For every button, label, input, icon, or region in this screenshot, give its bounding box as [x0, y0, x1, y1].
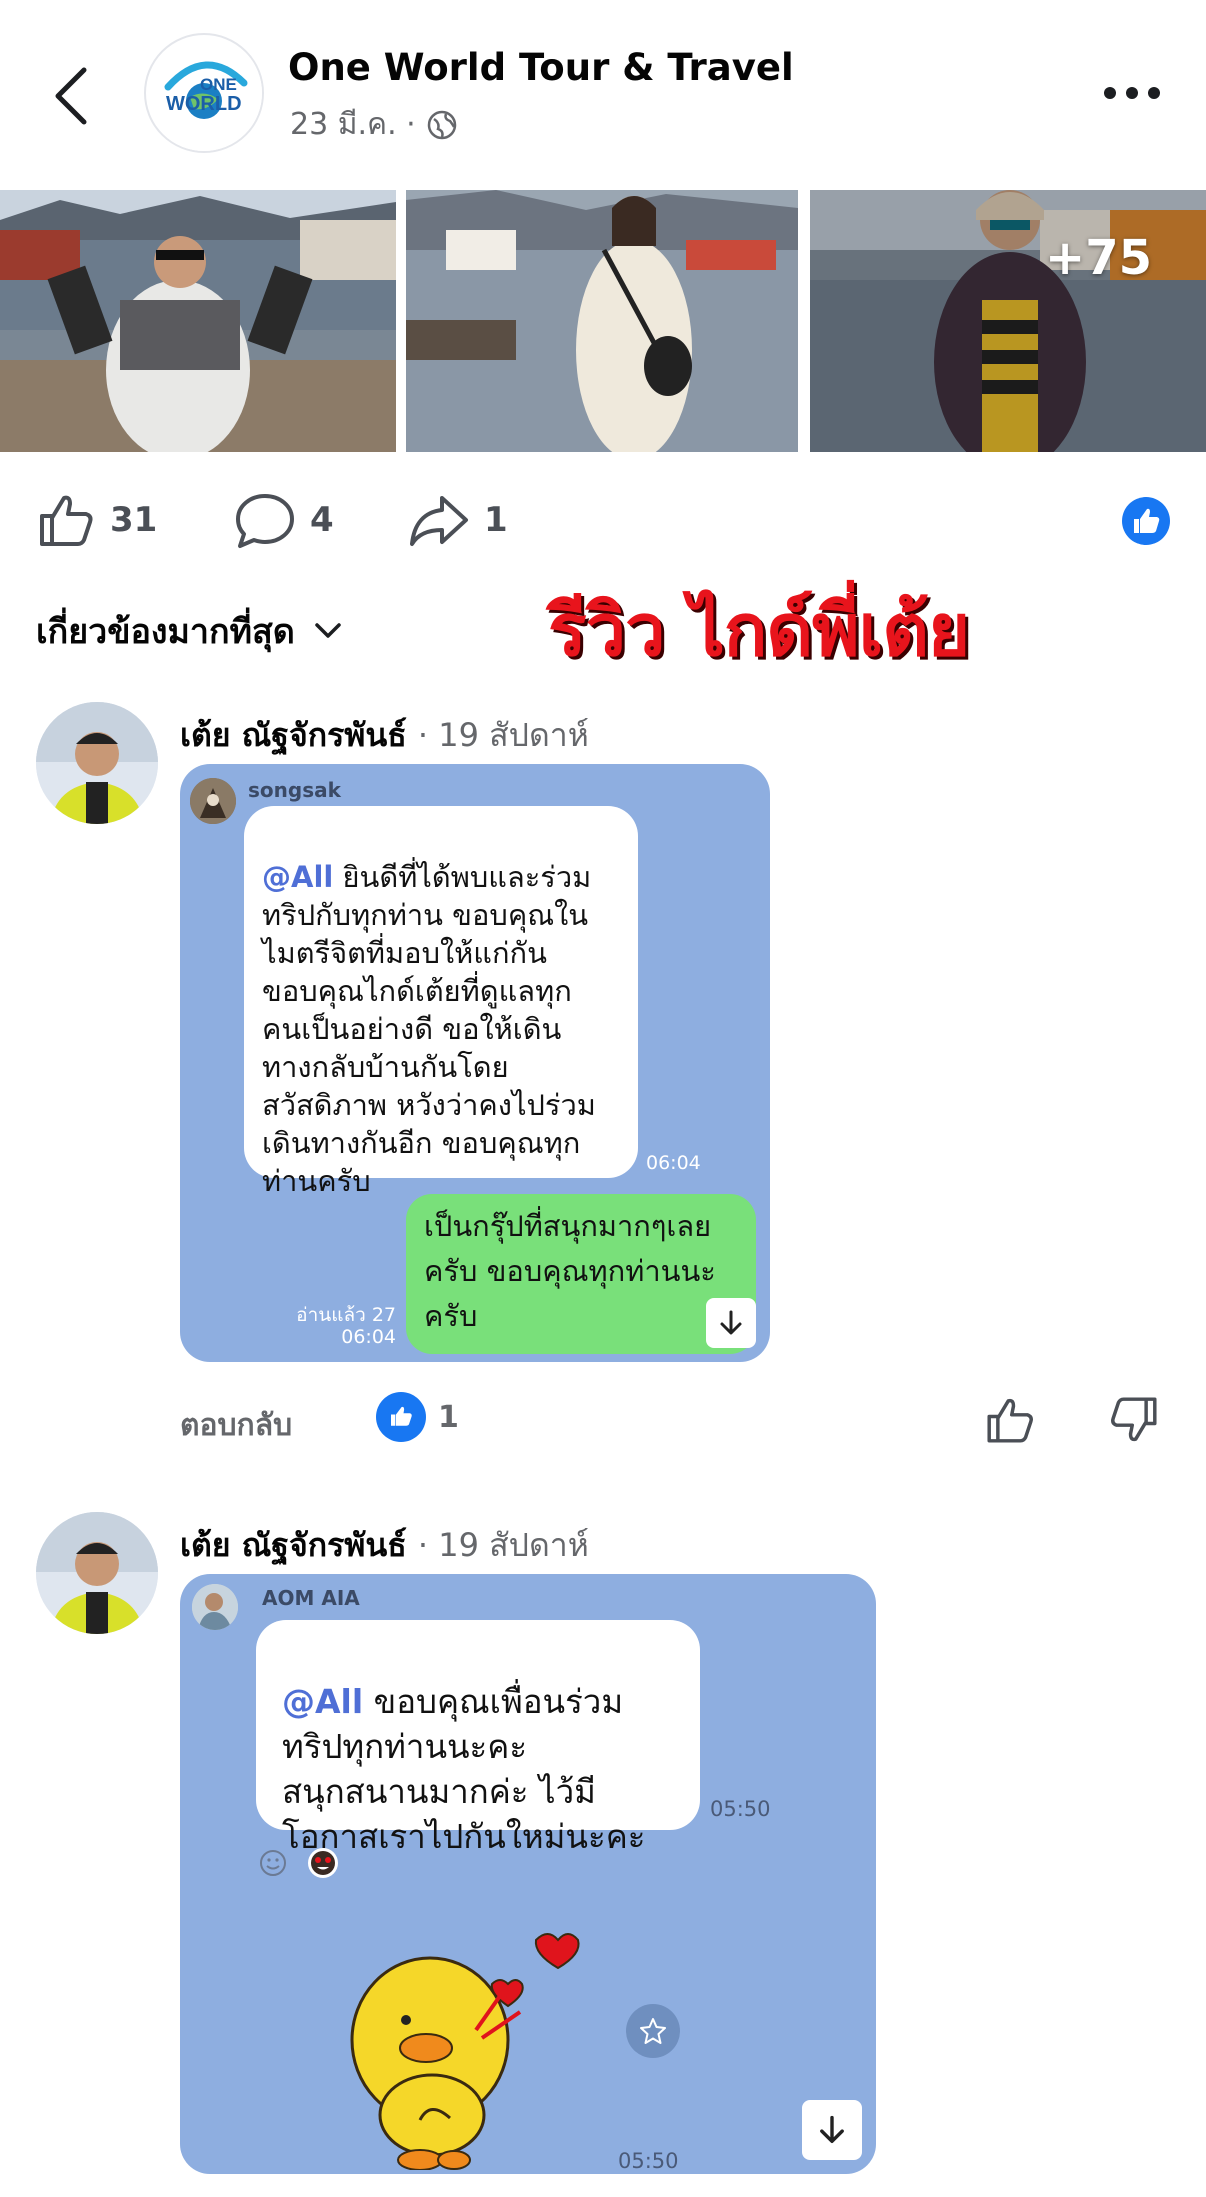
sender-avatar-2-image [192, 1584, 238, 1630]
more-options-button[interactable] [1100, 78, 1164, 108]
comment-author-1[interactable]: เต้ย ณัฐจักรพันธ์ [180, 716, 407, 754]
sender-avatar-2 [192, 1584, 238, 1630]
commenter-avatar-1[interactable] [36, 702, 158, 824]
comment-count: 4 [310, 500, 334, 540]
logo-text-top: ONE [200, 75, 237, 94]
like-count: 31 [110, 500, 158, 540]
more-photos-count[interactable]: +75 [1045, 230, 1152, 286]
chat-reply-bubble-1: เป็นกรุ๊ปที่สนุกมากๆเลย ครับ ขอบคุณทุกท่… [406, 1194, 756, 1354]
sender-avatar-1 [190, 778, 236, 824]
thumbs-up-icon [40, 495, 93, 546]
comment-author-line-1: เต้ย ณัฐจักรพันธ์ · 19 สัปดาห์ [180, 710, 589, 761]
thumbs-down-icon [1111, 1397, 1157, 1442]
review-overlay-title: รีวิว ไกด์พี่เต้ย [548, 588, 970, 672]
heart-eyes-sticker-icon[interactable] [306, 1846, 340, 1880]
reaction-bar: 31 4 1 [0, 470, 1206, 570]
chat-screenshot-1[interactable]: songsak @All ยินดีที่ได้พบและร่วม ทริปกั… [180, 764, 770, 1362]
reply-button-1[interactable]: ตอบกลับ [180, 1402, 292, 1449]
commenter-avatar-2[interactable] [36, 1512, 158, 1634]
comment-author-line-2: เต้ย ณัฐจักรพันธ์ · 19 สัปดาห์ [180, 1520, 589, 1571]
comment-bubble-icon [236, 494, 294, 548]
post-date: 23 มี.ค. · [290, 107, 416, 142]
more-dots-icon [1104, 87, 1160, 99]
download-button-1[interactable] [706, 1298, 756, 1348]
chat-read-status-1: อ่านแล้ว 27 06:04 [296, 1304, 396, 1348]
sticker-time-2: 05:50 [618, 2149, 679, 2173]
download-arrow-icon [820, 2115, 844, 2144]
post-meta: 23 มี.ค. · [290, 101, 458, 148]
favorite-sticker-button[interactable] [626, 2004, 680, 2058]
star-icon [640, 2018, 666, 2044]
comment-time-1: · 19 สัปดาห์ [417, 716, 589, 754]
sender-avatar-1-image [190, 778, 236, 824]
comment-actions-1: ตอบกลับ 1 [180, 1388, 1180, 1458]
post-header: ONE WORLD One World Tour & Travel 23 มี.… [0, 0, 1206, 190]
comment-author-2[interactable]: เต้ย ณัฐจักรพันธ์ [180, 1526, 407, 1564]
share-button[interactable]: 1 [408, 490, 508, 550]
comment-sort-dropdown[interactable]: เกี่ยวข้องมากที่สุด [36, 604, 343, 658]
duck-sticker [350, 1933, 580, 2170]
liked-reaction-badge[interactable] [1122, 497, 1170, 545]
comment-time-2: · 19 สัปดาห์ [417, 1526, 589, 1564]
avatar-image-2 [36, 1512, 158, 1634]
sender-name-2: AOM AIA [262, 1586, 360, 1610]
globe-icon [427, 110, 456, 139]
comment-button[interactable]: 4 [234, 490, 334, 550]
mention-tag-2: @All [282, 1682, 364, 1721]
back-button[interactable] [44, 60, 100, 132]
download-arrow-icon [720, 1310, 742, 1335]
chevron-down-icon [315, 623, 341, 638]
smiley-reaction-icon[interactable] [258, 1848, 288, 1878]
like-reaction-icon [376, 1392, 426, 1442]
photo-2-image [406, 190, 798, 452]
downvote-button-1[interactable] [1108, 1394, 1160, 1450]
thumbs-up-icon [987, 1398, 1033, 1443]
upvote-button-1[interactable] [984, 1394, 1036, 1450]
chat-message-bubble-2: @All ขอบคุณเพื่อนร่วม ทริปทุกท่านนะคะ สน… [256, 1620, 700, 1856]
chat-message-bubble-1: @All ยินดีที่ได้พบและร่วม ทริปกับทุกท่าน… [244, 806, 638, 1198]
photo-3[interactable]: +75 [810, 190, 1206, 452]
sort-label: เกี่ยวข้องมากที่สุด [36, 612, 295, 652]
share-count: 1 [484, 500, 508, 540]
photo-2[interactable] [406, 190, 798, 452]
download-button-2[interactable] [802, 2100, 862, 2160]
chat-message-time-2: 05:50 [710, 1797, 771, 1821]
mention-tag-1: @All [262, 860, 334, 894]
comment-like-count-1: 1 [438, 1399, 459, 1435]
page-name[interactable]: One World Tour & Travel [288, 46, 794, 89]
thumbs-up-filled-icon [1134, 508, 1160, 533]
photo-1-image [0, 190, 396, 452]
chat-screenshot-2[interactable]: AOM AIA @All ขอบคุณเพื่อนร่วม ทริปทุกท่า… [180, 1574, 876, 2174]
photo-1[interactable] [0, 190, 396, 452]
avatar-image-1 [36, 702, 158, 824]
chevron-left-icon [55, 67, 87, 125]
photo-grid: +75 [0, 190, 1206, 452]
page-avatar[interactable]: ONE WORLD [144, 33, 264, 153]
chat-message-time-1: 06:04 [646, 1152, 701, 1174]
share-arrow-icon [410, 496, 468, 546]
like-button[interactable]: 31 [36, 490, 157, 550]
chat-message-text-1: ยินดีที่ได้พบและร่วม ทริปกับทุกท่าน ขอบค… [262, 860, 596, 1198]
thumbs-up-filled-icon [391, 1406, 412, 1426]
comment-reaction-summary-1[interactable]: 1 [376, 1392, 459, 1442]
sender-name-1: songsak [248, 778, 341, 802]
logo-text-bottom: WORLD [166, 93, 242, 115]
